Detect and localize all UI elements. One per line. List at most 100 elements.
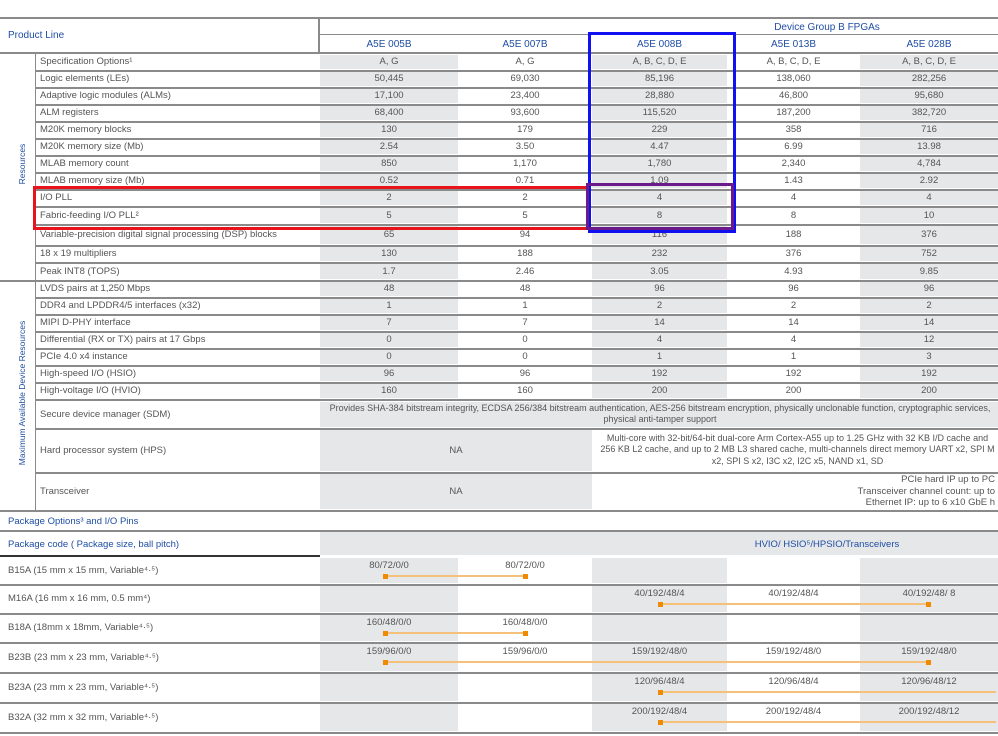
range-start-dot xyxy=(658,601,663,607)
row-value: 23,400 xyxy=(510,90,540,101)
row-value: 96 xyxy=(654,283,665,294)
range-end-dot xyxy=(523,573,528,579)
row-divider xyxy=(0,510,998,512)
row-value: 14 xyxy=(654,317,665,328)
row-value: 229 xyxy=(651,124,668,135)
row-label: High-speed I/O (HSIO) xyxy=(40,368,137,379)
row-value: 116 xyxy=(651,229,668,240)
package-range-line xyxy=(660,691,996,693)
sdm-description: Provides SHA-384 bitstream integrity, EC… xyxy=(329,403,991,424)
row-value: 4 xyxy=(790,192,797,203)
hps-na: NA xyxy=(449,444,463,456)
section-max-resources-label: Maximum Available Device Resources xyxy=(17,320,27,466)
row-value: 716 xyxy=(921,124,937,135)
row-value: 1 xyxy=(386,300,392,311)
row-value: 752 xyxy=(921,248,937,259)
row-value: 94 xyxy=(519,229,531,240)
row-value: 5 xyxy=(386,209,392,221)
row-value: 96 xyxy=(519,368,531,379)
row-value: 1.7 xyxy=(382,265,396,277)
row-value: 3 xyxy=(926,351,932,362)
row-value: 65 xyxy=(383,229,395,240)
package-pin-value: 200/192/48/4 xyxy=(631,706,688,717)
row-value: 2 xyxy=(522,192,528,203)
column-header: A5E 005B xyxy=(366,38,412,50)
row-value: 85,196 xyxy=(644,73,675,84)
package-row-label: B18A (18mm x 18mm, Variable⁴·⁵) xyxy=(8,622,154,633)
row-value: 188 xyxy=(517,248,533,259)
row-value: 1.43 xyxy=(784,175,803,186)
transceiver-description: PCIe hard IP up to PC Transceiver channel… xyxy=(600,474,995,509)
row-value: 8 xyxy=(790,209,797,221)
row-value: 382,720 xyxy=(911,107,947,118)
transceiver-line: Transceiver channel count: up to xyxy=(857,485,995,497)
row-value: A, G xyxy=(515,56,535,67)
row-label: LVDS pairs at 1,250 Mbps xyxy=(40,283,151,294)
row-value: 192 xyxy=(785,368,802,379)
row-divider xyxy=(0,732,998,734)
row-value: 0 xyxy=(386,334,392,345)
row-value: 1.09 xyxy=(650,175,669,186)
row-value: 3.05 xyxy=(650,265,669,277)
row-value: 1 xyxy=(790,351,797,362)
row-value: 179 xyxy=(517,124,533,135)
row-value: 2.54 xyxy=(379,141,399,152)
row-value: 17,100 xyxy=(374,90,404,101)
row-value: 358 xyxy=(785,124,802,135)
package-pin-value: 159/96/0/0 xyxy=(366,646,412,657)
row-value: A, B, C, D, E xyxy=(902,56,956,67)
package-pin-value: 120/96/48/12 xyxy=(901,676,957,687)
row-label: Hard processor system (HPS) xyxy=(40,444,167,456)
package-pin-value: 159/192/48/0 xyxy=(765,646,822,657)
package-pin-value: 40/192/48/4 xyxy=(768,588,819,599)
row-value: 4,784 xyxy=(917,158,941,169)
package-pin-value: 40/192/48/4 xyxy=(634,588,685,599)
row-value: 1 xyxy=(656,351,663,362)
row-label: 18 x 19 multipliers xyxy=(40,248,117,259)
row-value: 48 xyxy=(519,283,531,294)
row-value: 4 xyxy=(926,192,932,203)
row-value: 0.71 xyxy=(515,175,535,186)
row-value: 2 xyxy=(926,300,932,311)
range-start-dot xyxy=(658,689,663,695)
row-value: 160 xyxy=(517,385,533,396)
column-header: A5E 007B xyxy=(502,38,548,50)
package-pin-value: 160/48/0/0 xyxy=(502,617,548,628)
row-value: 1 xyxy=(522,300,528,311)
row-label: Variable-precision digital signal proces… xyxy=(40,229,277,240)
column-shading xyxy=(860,558,998,583)
package-pin-value: 120/96/48/4 xyxy=(634,676,685,687)
product-line-header: Product Line xyxy=(8,29,65,41)
range-start-dot xyxy=(383,630,388,636)
row-value: 2 xyxy=(386,192,392,203)
row-label: MLAB memory count xyxy=(40,158,129,169)
package-pin-value: 80/72/0/0 xyxy=(369,560,409,571)
package-pin-value: 200/192/48/4 xyxy=(765,706,822,717)
row-value: 192 xyxy=(921,368,937,379)
package-pin-value: 159/96/0/0 xyxy=(502,646,548,657)
row-label: Secure device manager (SDM) xyxy=(40,408,171,420)
row-label: ALM registers xyxy=(40,107,99,118)
row-label: MLAB memory size (Mb) xyxy=(40,175,145,186)
package-row-label: B15A (15 mm x 15 mm, Variable⁴·⁵) xyxy=(8,564,159,576)
row-value: 0 xyxy=(522,351,528,362)
row-value: 850 xyxy=(381,158,397,169)
package-row-label: M16A (16 mm x 16 mm, 0.5 mm⁴) xyxy=(8,593,151,604)
row-value: 4 xyxy=(656,192,663,203)
range-start-dot xyxy=(383,573,388,579)
row-value: 46,800 xyxy=(778,90,809,101)
package-pin-value: 80/72/0/0 xyxy=(505,560,545,571)
row-value: 2.46 xyxy=(515,265,535,277)
row-label: High-voltage I/O (HVIO) xyxy=(40,385,141,396)
row-value: 96 xyxy=(923,283,935,294)
row-value: 2,340 xyxy=(781,158,806,169)
row-value: 7 xyxy=(386,317,392,328)
row-label: M20K memory blocks xyxy=(40,124,132,135)
range-start-dot xyxy=(658,719,663,725)
row-value: 93,600 xyxy=(510,107,540,118)
row-value: 232 xyxy=(651,248,668,259)
row-value: 200 xyxy=(921,385,937,396)
row-value: 0 xyxy=(522,334,528,345)
row-value: 95,680 xyxy=(914,90,944,101)
column-header: A5E 008B xyxy=(636,38,683,50)
